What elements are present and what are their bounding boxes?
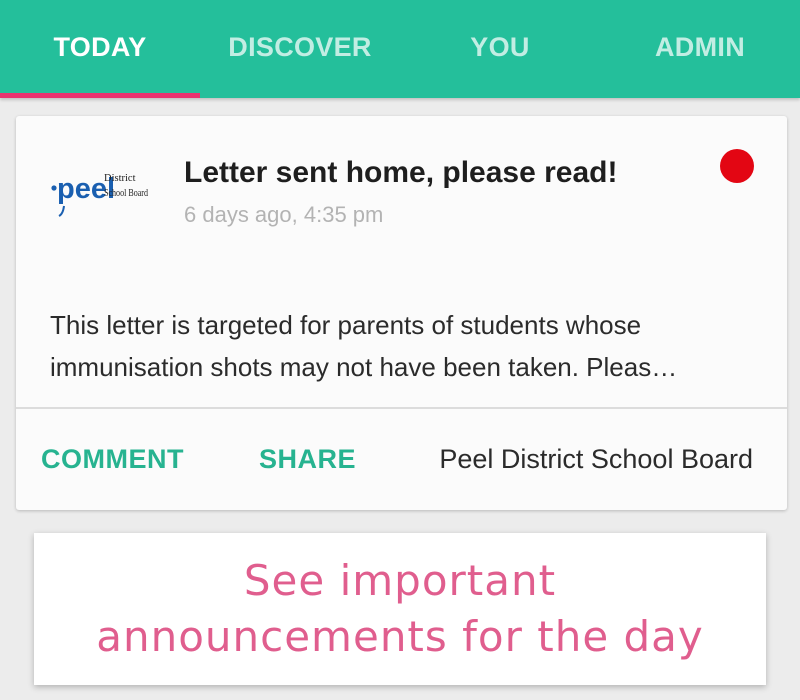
svg-text:School Board: School Board (104, 188, 149, 199)
red-dot-icon (720, 149, 754, 183)
tab-admin-label: ADMIN (655, 31, 745, 62)
share-button[interactable]: SHARE (259, 444, 356, 475)
tab-discover[interactable]: DISCOVER (200, 0, 400, 98)
announcement-title: Letter sent home, please read! (184, 156, 618, 189)
announcement-body[interactable]: This letter is targeted for parents of s… (50, 304, 760, 388)
promo-caption-line-1: See important (243, 556, 557, 605)
card-divider (16, 407, 787, 409)
tab-you-label: YOU (470, 31, 530, 62)
announcement-body-line-1: This letter is targeted for parents of s… (50, 310, 642, 340)
tab-admin[interactable]: ADMIN (600, 0, 800, 98)
tab-discover-label: DISCOVER (228, 31, 372, 62)
comment-button[interactable]: COMMENT (41, 444, 184, 475)
promo-caption: See important announcements for the day (34, 533, 766, 685)
tab-today-label: TODAY (53, 31, 147, 62)
top-tab-bar: TODAY DISCOVER YOU ADMIN (0, 0, 800, 98)
announcement-timestamp: 6 days ago, 4:35 pm (184, 202, 384, 227)
announcement-card[interactable]: peel District School Board Letter sent h… (16, 116, 787, 510)
announcement-body-line-2: immunisation shots may not have been tak… (50, 352, 678, 382)
peel-school-board-logo: peel District School Board (51, 173, 149, 217)
tab-today[interactable]: TODAY (0, 0, 200, 98)
promo-caption-line-2: announcements for the day (96, 612, 704, 661)
tab-you[interactable]: YOU (400, 0, 600, 98)
svg-text:District: District (104, 173, 136, 184)
active-tab-indicator (0, 93, 200, 98)
announcement-source: Peel District School Board (439, 444, 753, 474)
